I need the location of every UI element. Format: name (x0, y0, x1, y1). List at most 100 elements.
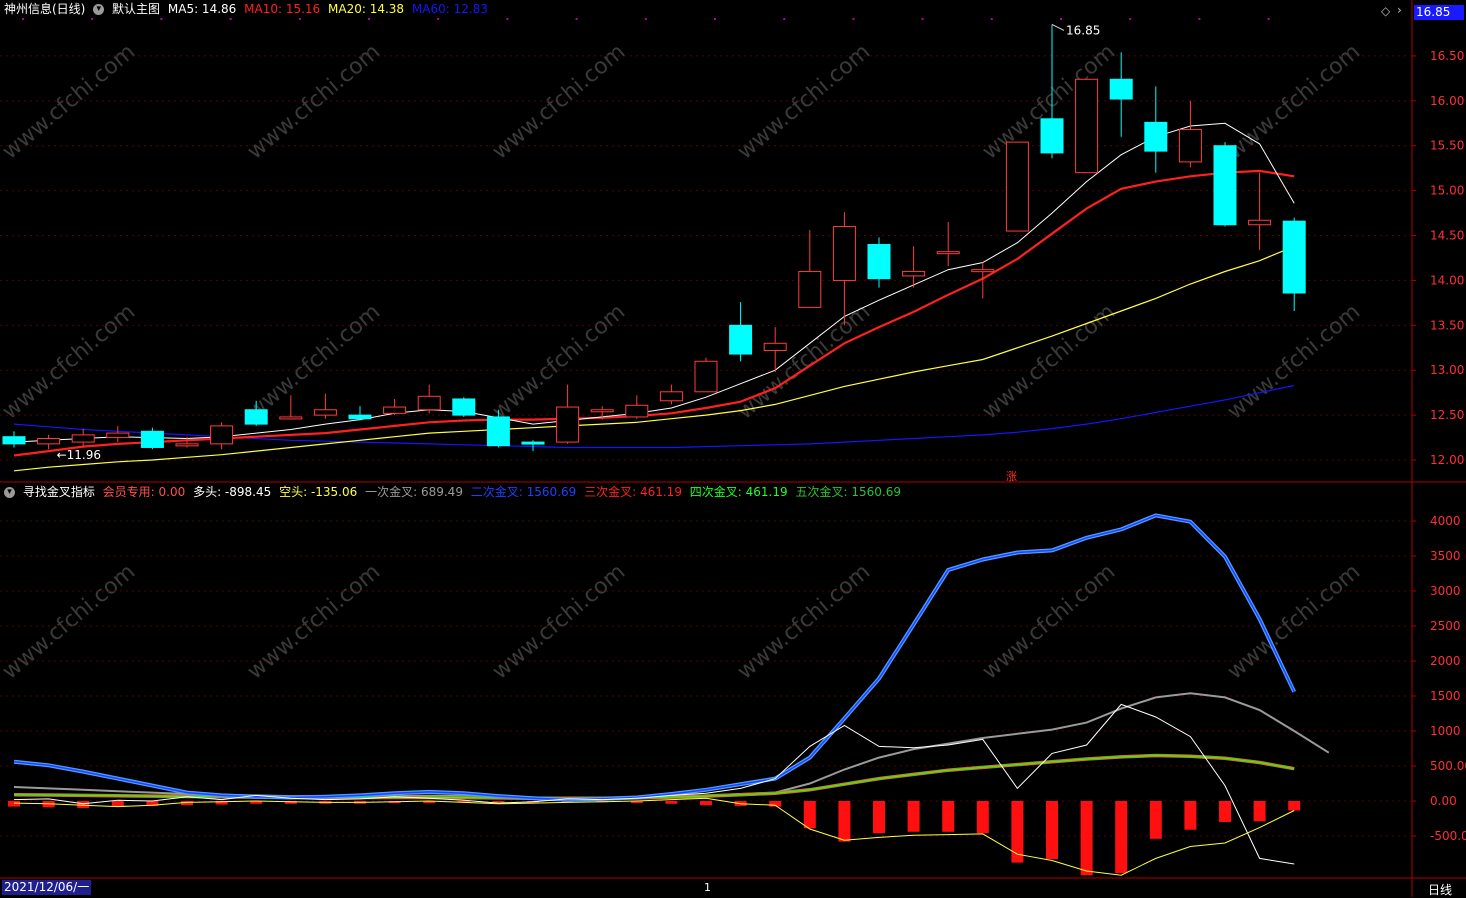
indicator-bar (665, 801, 678, 804)
current-price-box: 16.85 (1414, 5, 1464, 20)
candle-body (417, 395, 441, 411)
main-chart-label[interactable]: 默认主图 (112, 2, 160, 16)
indicator-axis-label: -500.00 (1430, 829, 1466, 843)
top-marker-dot (852, 18, 855, 20)
candle-body (625, 404, 649, 418)
indicator-bar (1184, 801, 1197, 830)
high-annotation: 16.85 (1066, 23, 1100, 37)
candle-body (1075, 78, 1099, 174)
candle-body (383, 406, 407, 414)
indicator-bar (8, 801, 20, 807)
top-marker-dot (160, 18, 163, 20)
candle-body (1144, 121, 1168, 152)
low-annotation: ←11.96 (57, 448, 101, 462)
indicator-axis-label: 2000 (1430, 654, 1461, 668)
candle-body (729, 324, 753, 355)
price-axis-label: 14.00 (1430, 273, 1464, 287)
candle-body (867, 244, 891, 280)
ma60-label: MA60: 12.83 (411, 2, 488, 16)
cursor-date: 2021/12/06/一 (2, 880, 92, 895)
diamond-icon[interactable]: ◇ (1381, 4, 1393, 18)
watermark-text: www.cfchi.com (978, 559, 1120, 684)
indicator-bar (942, 801, 955, 832)
top-marker-dot (437, 18, 440, 20)
candle-body (763, 342, 787, 351)
watermark-text: www.cfchi.com (1223, 299, 1365, 424)
ma5-label: MA5: 14.86 (167, 2, 237, 16)
bull-label: 多头: -898.45 (193, 485, 272, 499)
indicator-name[interactable]: 寻找金叉指标 (23, 485, 95, 499)
price-axis-label: 13.00 (1430, 363, 1464, 377)
candle-body (1178, 129, 1202, 163)
indicator-bar (1115, 801, 1128, 874)
indicator-bar (1149, 801, 1162, 839)
price-axis-label: 12.00 (1430, 453, 1464, 467)
candle-body (37, 437, 61, 445)
candle-body (659, 391, 683, 402)
high-annotation-arrow (1051, 24, 1065, 31)
candle-body (279, 416, 303, 420)
price-axis-label: 16.00 (1430, 94, 1464, 108)
indicator-bar (700, 801, 712, 806)
indicator-bar (1011, 801, 1024, 863)
indicator-axis-label: 500.00 (1430, 759, 1466, 773)
fourth-cross-line (13, 754, 1295, 799)
chevron-right-icon[interactable]: › (1397, 3, 1402, 17)
ma5-line (13, 122, 1295, 443)
bull-line (13, 703, 1295, 865)
top-marker-dot (368, 18, 370, 20)
indicator-bar (492, 801, 505, 803)
price-axis-label: 16.50 (1430, 49, 1464, 63)
watermark-text: www.cfchi.com (733, 559, 875, 684)
indicator-axis-label: 1500 (1430, 689, 1461, 703)
watermark-text: www.cfchi.com (243, 299, 385, 424)
watermark-text: www.cfchi.com (1223, 559, 1365, 684)
candle-body (1282, 220, 1306, 294)
candle-body (832, 226, 856, 281)
period-tab-daily[interactable]: 日线 (1428, 881, 1452, 898)
indicator-axis-label: 2500 (1430, 619, 1461, 633)
watermark-text: www.cfchi.com (733, 299, 875, 424)
candle-body (902, 270, 926, 277)
indicator-header: ▾ 寻找金叉指标 会员专用: 0.00 多头: -898.45 空头: -135… (4, 484, 905, 500)
indicator-axis-label: 3000 (1430, 584, 1461, 598)
ma10-label: MA10: 15.16 (244, 2, 321, 16)
indicator-bar (1080, 801, 1093, 876)
top-marker-dot (91, 18, 94, 20)
price-axis-label: 13.50 (1430, 318, 1464, 332)
indicator-axis-label: 1000 (1430, 724, 1461, 738)
watermark-text: www.cfchi.com (488, 559, 630, 684)
top-marker-dot (1060, 18, 1062, 20)
watermark-text: www.cfchi.com (0, 559, 140, 684)
indicator-axis-label: 0.00 (1430, 794, 1457, 808)
stock-title[interactable]: 神州信息(日线) (4, 2, 85, 16)
ma60-line (13, 384, 1295, 449)
indicator-settings-icon[interactable]: ▾ (4, 487, 15, 498)
indicator-bar (1253, 801, 1266, 822)
candle-body (521, 441, 545, 445)
bear-label: 空头: -135.06 (279, 485, 358, 499)
top-marker-dot (921, 18, 924, 20)
indicator-bar (803, 801, 816, 829)
rise-marker: 涨 (1006, 470, 1017, 483)
indicator-bar (111, 801, 124, 807)
candle-body (1109, 78, 1133, 100)
watermark-text: www.cfchi.com (0, 299, 140, 424)
top-marker-dot (22, 18, 24, 20)
top-marker-dot (783, 18, 786, 20)
main-chart-header: 神州信息(日线) ▾ 默认主图 MA5: 14.86 MA10: 15.16 M… (4, 1, 492, 17)
indicator-axis-label: 4000 (1430, 514, 1461, 528)
price-axis-label: 14.50 (1430, 229, 1464, 243)
watermark-text: www.cfchi.com (488, 299, 630, 424)
candle-body (971, 269, 995, 273)
top-marker-dot (1267, 18, 1270, 20)
third-cross-label: 三次金叉: 461.19 (584, 485, 682, 499)
top-marker-dot (714, 18, 716, 20)
kline-chart[interactable]: www.cfchi.com www.cfchi.com www.cfchi.com w… (0, 0, 1466, 897)
candle-body (210, 425, 234, 445)
indicator-bar (1219, 801, 1231, 822)
chart-settings-icon[interactable]: ▾ (93, 4, 105, 15)
indicator-bar (976, 801, 989, 834)
cursor-marker: 1 (704, 881, 711, 894)
candle-body (244, 409, 268, 425)
